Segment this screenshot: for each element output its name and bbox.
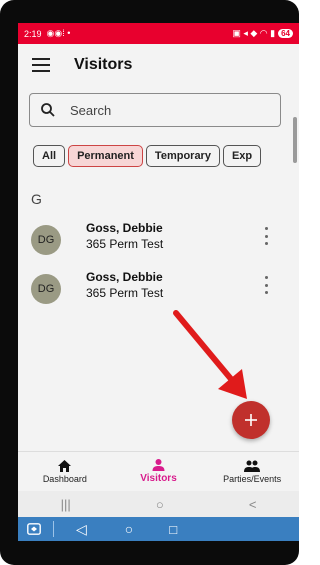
filter-chip-row: All Permanent Temporary Exp — [33, 145, 299, 169]
app-bar: Visitors — [18, 44, 299, 86]
nav-item-parties-events[interactable]: Parties/Events — [205, 452, 299, 491]
bottom-navigation: Dashboard Visitors Parties/Events — [18, 451, 299, 491]
notification-icons: ◉◉⁞ • — [46, 28, 71, 38]
filter-chip-temporary[interactable]: Temporary — [145, 145, 220, 167]
avatar: DG — [31, 274, 61, 304]
phone-frame: 2:19 ◉◉⁞ • ▣ ◂ ◆ ◠ ▮ 64 Visitors AllPerm… — [0, 0, 299, 565]
visitor-list-item[interactable]: DG Goss, Debbie 365 Perm Test — [18, 268, 299, 316]
signal-icons: ▣ ◂ ◆ ◠ ▮ — [232, 28, 276, 38]
menu-icon[interactable] — [32, 58, 50, 72]
system-navigation-bar: ||| ○ < — [18, 491, 299, 517]
visitor-subtitle: 365 Perm Test — [86, 286, 164, 300]
nav-label-visitors: Visitors — [140, 473, 177, 484]
visitor-subtitle: 365 Perm Test — [86, 237, 164, 251]
remote-control-navigation-bar: ◁ ○ □ — [18, 517, 299, 541]
nav-label-parties-events: Parties/Events — [223, 473, 282, 484]
filter-chip-expired[interactable]: Exp — [222, 145, 262, 167]
nav-item-dashboard[interactable]: Dashboard — [18, 452, 112, 491]
search-box[interactable] — [29, 93, 281, 127]
avatar: DG — [31, 225, 61, 255]
home-circle-icon[interactable]: ○ — [125, 521, 133, 537]
visitor-name: Goss, Debbie — [86, 270, 163, 284]
page-title: Visitors — [74, 56, 133, 73]
status-bar: 2:19 ◉◉⁞ • ▣ ◂ ◆ ◠ ▮ 64 — [18, 23, 299, 44]
more-vert-icon[interactable] — [265, 276, 269, 294]
plus-icon — [245, 414, 257, 426]
visitor-name: Goss, Debbie — [86, 221, 163, 235]
person-icon — [152, 459, 165, 471]
visitor-list-item[interactable]: DG Goss, Debbie 365 Perm Test — [18, 219, 299, 267]
back-triangle-icon[interactable]: ◁ — [76, 521, 87, 538]
nav-item-visitors[interactable]: Visitors — [112, 452, 206, 491]
filter-chip-all[interactable]: All — [33, 145, 66, 167]
home-button-icon[interactable]: ○ — [156, 497, 164, 512]
recent-apps-icon[interactable]: ||| — [61, 497, 71, 512]
recent-square-icon[interactable]: □ — [169, 522, 177, 537]
phone-screen: 2:19 ◉◉⁞ • ▣ ◂ ◆ ◠ ▮ 64 Visitors AllPerm… — [18, 23, 299, 541]
filter-chip-permanent[interactable]: Permanent — [68, 145, 143, 167]
search-input[interactable] — [70, 102, 250, 118]
remote-connect-icon[interactable] — [27, 523, 41, 535]
back-button-icon[interactable]: < — [249, 497, 257, 512]
section-header-letter: G — [31, 191, 42, 207]
add-visitor-button[interactable] — [232, 401, 270, 439]
status-time: 2:19 — [24, 28, 42, 39]
more-vert-icon[interactable] — [265, 227, 269, 245]
group-icon — [244, 460, 261, 472]
search-icon — [41, 103, 55, 117]
battery-indicator: 64 — [278, 29, 293, 38]
nav-label-dashboard: Dashboard — [42, 473, 87, 484]
home-icon — [58, 459, 72, 472]
divider — [53, 521, 54, 537]
